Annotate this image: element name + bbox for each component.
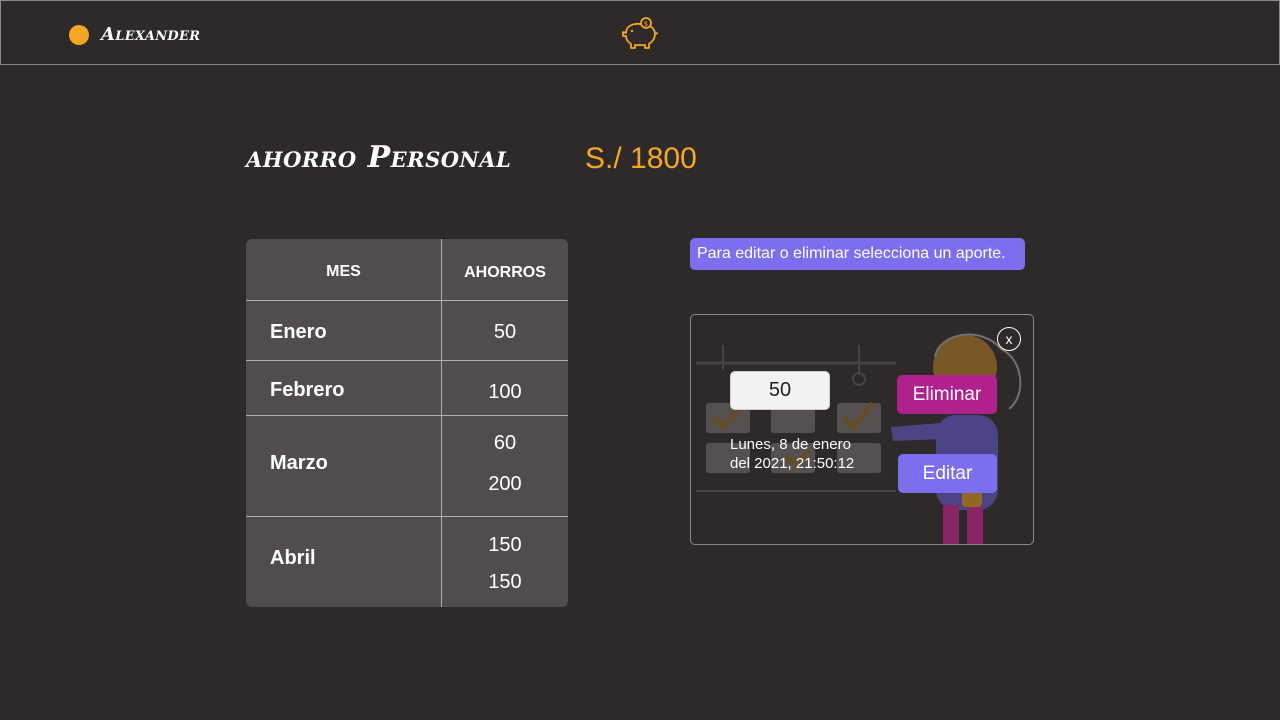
user-status-dot — [69, 25, 89, 45]
table-row-amount[interactable]: 150 — [442, 534, 568, 557]
table-row-amount[interactable]: 60 — [442, 432, 568, 455]
savings-table: MES AHORROS Enero 50 Febrero 100 Marzo 6… — [246, 239, 568, 607]
table-row-month[interactable]: Marzo — [270, 452, 328, 475]
table-row-amount[interactable]: 200 — [442, 473, 568, 496]
table-row-amount[interactable]: 100 — [442, 381, 568, 404]
date-line: del 2021, 21:50:12 — [730, 455, 855, 472]
table-row-month[interactable]: Febrero — [270, 379, 344, 402]
page-title: ahorro Personal — [246, 140, 512, 175]
row-divider — [246, 415, 568, 416]
table-row-month[interactable]: Enero — [270, 321, 327, 344]
edit-button[interactable]: Editar — [898, 454, 997, 493]
table-row-month[interactable]: Abril — [270, 547, 316, 570]
savings-total: S./ 1800 — [585, 142, 697, 175]
checklist-illustration — [696, 333, 1022, 544]
user-name[interactable]: Alexander — [101, 24, 200, 45]
delete-button[interactable]: Eliminar — [897, 375, 997, 414]
amount-input[interactable]: 50 — [730, 371, 830, 410]
top-bar: Alexander $ — [0, 0, 1280, 65]
column-header-month: MES — [326, 263, 361, 280]
close-button[interactable]: x — [997, 327, 1021, 351]
row-divider — [246, 516, 568, 517]
info-banner: Para editar o eliminar selecciona un apo… — [690, 238, 1025, 270]
svg-text:$: $ — [644, 20, 648, 28]
row-divider — [246, 360, 568, 361]
contribution-date: Lunes, 8 de enero del 2021, 21:50:12 — [730, 435, 890, 473]
column-header-savings: AHORROS — [464, 264, 546, 281]
row-divider — [246, 300, 568, 301]
contribution-edit-panel: x 50 Lunes, 8 de enero del 2021, 21:50:1… — [690, 314, 1034, 545]
piggy-bank-icon[interactable]: $ — [620, 16, 660, 52]
date-line: Lunes, 8 de enero — [730, 436, 851, 453]
table-row-amount[interactable]: 50 — [442, 321, 568, 344]
table-row-amount[interactable]: 150 — [442, 571, 568, 594]
